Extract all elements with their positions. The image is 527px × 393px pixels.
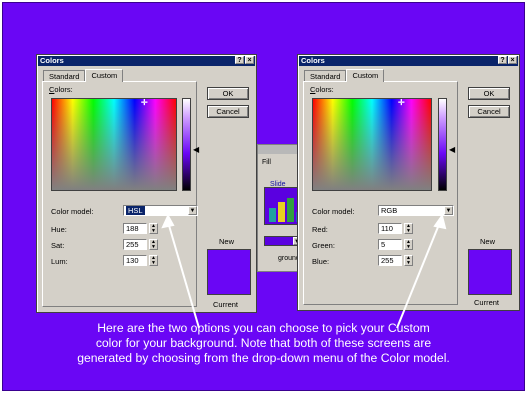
slide-caption: Here are the two options you can choose … — [7, 321, 520, 366]
tab-custom[interactable]: Custom — [346, 69, 385, 82]
arrowhead-icon — [161, 213, 175, 229]
arrow-to-hsl — [167, 221, 200, 329]
slide: Fill Slide ▼ ground gra Colors ? × Stand… — [2, 2, 525, 391]
caption-line: color for your background. Note that bot… — [95, 336, 432, 350]
caption-line: Here are the two options you can choose … — [97, 321, 430, 335]
caption-line: generated by choosing from the drop-down… — [77, 351, 450, 365]
arrow-to-rgb — [396, 221, 441, 329]
tab-custom[interactable]: Custom — [85, 69, 124, 82]
arrowhead-icon — [433, 213, 447, 230]
